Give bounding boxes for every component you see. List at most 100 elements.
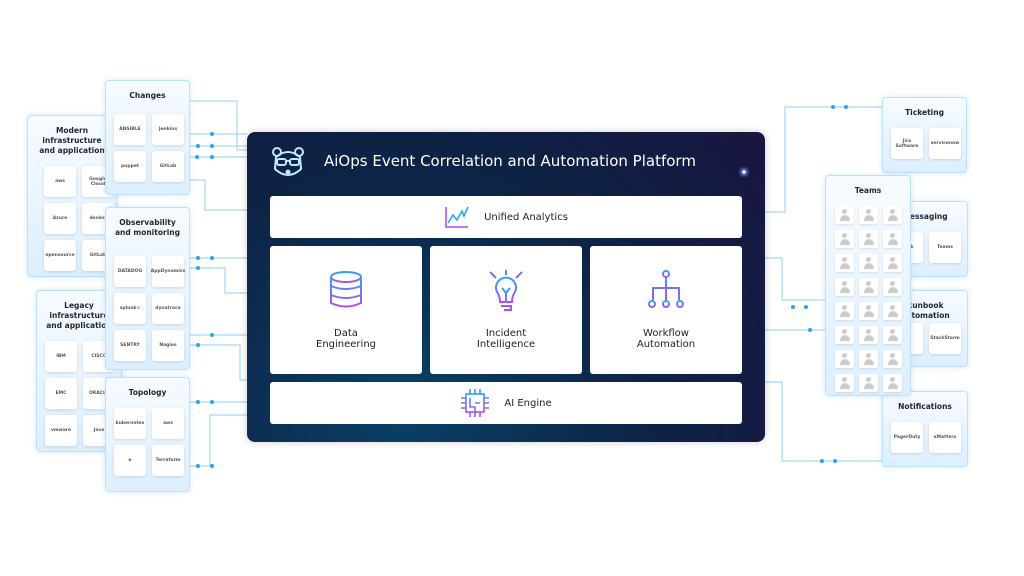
connector-dot xyxy=(210,144,214,148)
module-label-line2: Automation xyxy=(636,339,696,350)
connector-dot xyxy=(210,155,214,159)
team-member-avatar[interactable] xyxy=(883,302,902,320)
logo-grid: kubernetes aws ◈ Terraform xyxy=(114,408,184,476)
logo-tile[interactable]: Teams xyxy=(929,232,961,263)
logo-tile[interactable]: DATADOG xyxy=(114,256,146,287)
connector-dot xyxy=(831,105,835,109)
team-member-avatar[interactable] xyxy=(859,350,878,368)
connector-line xyxy=(190,100,247,151)
team-member-avatar[interactable] xyxy=(883,350,902,368)
team-member-avatar[interactable] xyxy=(835,278,854,296)
card-title: Ticketing xyxy=(905,108,944,117)
connector-dot xyxy=(791,305,795,309)
team-member-avatar[interactable] xyxy=(859,230,878,248)
connector-dot xyxy=(196,464,200,468)
team-member-avatar[interactable] xyxy=(883,254,902,272)
module-data-engineering[interactable]: Data Engineering xyxy=(270,246,422,374)
module-label-line1: Incident xyxy=(485,328,527,339)
team-member-avatar[interactable] xyxy=(883,206,902,224)
logo-tile[interactable]: aws xyxy=(152,408,184,439)
logo-tile[interactable]: AppDynamics xyxy=(151,256,185,287)
card-notifications: Notifications PagerDuty xMatters xyxy=(882,391,968,467)
logo-grid: PagerDuty xMatters xyxy=(891,422,961,453)
card-changes: Changes ANSIBLE Jenkins puppet GitLab xyxy=(105,80,190,195)
connector-dot xyxy=(844,105,848,109)
module-workflow-automation[interactable]: Workflow Automation xyxy=(590,246,742,374)
logo-tile[interactable]: servicenow xyxy=(929,128,961,159)
connector-dot xyxy=(210,333,214,337)
logo-tile[interactable]: Jira Software xyxy=(891,128,923,159)
card-title: Notifications xyxy=(898,402,952,411)
connector-dot xyxy=(210,256,214,260)
connector-dot xyxy=(833,459,837,463)
logo-tile[interactable]: ANSIBLE xyxy=(114,114,146,145)
module-label-line2: Intelligence xyxy=(476,339,536,350)
team-member-avatar[interactable] xyxy=(883,278,902,296)
connector-dot xyxy=(210,464,214,468)
connector-dot xyxy=(196,256,200,260)
card-title: Changes xyxy=(129,91,166,100)
logo-tile[interactable]: PagerDuty xyxy=(891,422,923,453)
module-label-line2: Engineering xyxy=(316,339,376,350)
workflow-tree-icon xyxy=(648,270,684,308)
unified-analytics-box[interactable]: Unified Analytics xyxy=(270,196,742,238)
logo-tile[interactable]: IBM xyxy=(45,341,77,372)
platform-title: AiOps Event Correlation and Automation P… xyxy=(324,152,696,170)
module-incident-intelligence[interactable]: Incident Intelligence xyxy=(430,246,582,374)
connector-dot xyxy=(195,155,199,159)
logo-tile[interactable]: vmware xyxy=(45,415,77,446)
card-observability: Observability and monitoring DATADOG AppDy… xyxy=(105,207,190,370)
logo-tile[interactable]: aws xyxy=(44,166,76,197)
card-title: Topology xyxy=(128,388,167,397)
module-label-line1: Workflow xyxy=(643,328,689,339)
connector-line xyxy=(190,179,247,211)
logo-tile[interactable]: StackStorm xyxy=(929,323,961,354)
team-member-avatar[interactable] xyxy=(835,374,854,392)
chip-icon xyxy=(461,389,490,417)
connector-line xyxy=(190,414,247,467)
logo-tile[interactable]: Jenkins xyxy=(152,114,184,145)
database-icon xyxy=(330,271,362,308)
logo-tile[interactable]: xMatters xyxy=(929,422,961,453)
logo-grid: DATADOG AppDynamics splunk> dynatrace SENTRY… xyxy=(114,256,185,361)
card-topology: Topology kubernetes aws ◈ Terraform xyxy=(105,377,190,492)
card-title: Modern infrastructure and application xyxy=(39,126,105,155)
team-member-avatar[interactable] xyxy=(859,254,878,272)
team-member-avatar[interactable] xyxy=(883,374,902,392)
logo-tile[interactable]: opensource xyxy=(44,240,76,271)
logo-tile[interactable]: dynatrace xyxy=(152,293,184,324)
ai-engine-box[interactable]: AI Engine xyxy=(270,382,742,424)
team-member-avatar[interactable] xyxy=(859,302,878,320)
logo-tile[interactable]: splunk> xyxy=(114,293,146,324)
team-member-avatar[interactable] xyxy=(859,326,878,344)
logo-tile[interactable]: GitLab xyxy=(152,151,184,182)
logo-tile[interactable]: Azure xyxy=(44,203,76,234)
card-title: Observability and monitoring xyxy=(115,218,180,237)
logo-tile[interactable]: ◈ xyxy=(114,445,146,476)
team-member-avatar[interactable] xyxy=(835,326,854,344)
team-member-avatar[interactable] xyxy=(859,374,878,392)
team-member-avatar[interactable] xyxy=(859,278,878,296)
team-member-avatar[interactable] xyxy=(835,230,854,248)
logo-tile[interactable]: EMC xyxy=(45,378,77,409)
team-member-avatar[interactable] xyxy=(835,350,854,368)
team-member-avatar[interactable] xyxy=(883,326,902,344)
logo-tile[interactable]: puppet xyxy=(114,151,146,182)
team-member-avatar[interactable] xyxy=(835,206,854,224)
bear-logo-icon xyxy=(272,147,304,176)
logo-tile[interactable]: Nagios xyxy=(152,330,184,361)
team-member-avatar[interactable] xyxy=(835,302,854,320)
connector-dot xyxy=(210,132,214,136)
logo-tile[interactable]: SENTRY xyxy=(114,330,146,361)
logo-grid: ANSIBLE Jenkins puppet GitLab xyxy=(114,114,184,182)
connector-dot xyxy=(820,459,824,463)
team-member-avatar[interactable] xyxy=(883,230,902,248)
logo-tile[interactable]: kubernetes xyxy=(114,408,146,439)
logo-tile[interactable]: Terraform xyxy=(152,445,184,476)
team-member-avatar[interactable] xyxy=(835,254,854,272)
logo-grid: aws Google Cloud Azure docker opensource GitL… xyxy=(44,166,114,271)
connector-line xyxy=(765,257,825,301)
connector-line xyxy=(190,267,247,294)
team-member-avatar[interactable] xyxy=(859,206,878,224)
connector-dot xyxy=(804,305,808,309)
